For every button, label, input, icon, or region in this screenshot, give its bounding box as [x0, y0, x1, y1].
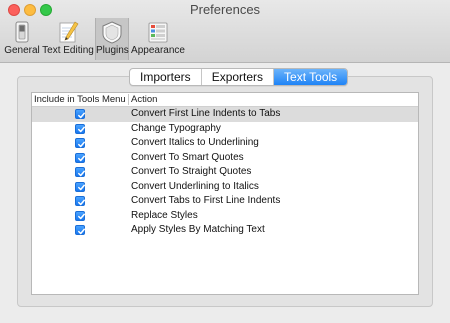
table-row[interactable]: Change Typography	[32, 122, 418, 137]
column-header-action[interactable]: Action	[131, 93, 157, 106]
checkmark-icon	[77, 184, 85, 191]
checkmark-icon	[77, 199, 85, 205]
toolbar-item-general[interactable]: General	[4, 18, 40, 60]
checkmark-icon	[77, 213, 85, 220]
toolbar-label: Appearance	[131, 45, 185, 56]
action-label: Convert First Line Indents to Tabs	[131, 108, 281, 119]
text-tools-table: Include in Tools Menu Action Convert Fir…	[31, 92, 419, 295]
titlebar: Preferences General Text Editing Plugins…	[0, 0, 450, 63]
checkmark-icon	[77, 141, 85, 147]
action-label: Convert To Straight Quotes	[131, 166, 252, 177]
action-label: Convert Tabs to First Line Indents	[131, 195, 281, 206]
checkmark-icon	[77, 155, 85, 162]
include-checkbox[interactable]	[75, 109, 85, 119]
table-row[interactable]: Convert Tabs to First Line Indents	[32, 194, 418, 209]
action-label: Convert Italics to Underlining	[131, 137, 259, 148]
include-checkbox[interactable]	[75, 167, 85, 177]
table-row[interactable]: Convert To Smart Quotes	[32, 151, 418, 166]
include-checkbox[interactable]	[75, 138, 85, 148]
table-row[interactable]: Convert First Line Indents to Tabs	[32, 107, 418, 122]
toolbar-label: Text Editing	[42, 45, 94, 56]
action-label: Replace Styles	[131, 209, 198, 221]
checkmark-icon	[77, 112, 85, 118]
checkmark-icon	[77, 170, 85, 176]
action-label: Change Typography	[131, 122, 221, 134]
table-row[interactable]: Apply Styles By Matching Text	[32, 223, 418, 238]
toolbar-label: Plugins	[96, 45, 129, 56]
include-checkbox[interactable]	[75, 210, 85, 221]
column-header-include[interactable]: Include in Tools Menu	[34, 93, 129, 106]
include-checkbox[interactable]	[75, 152, 85, 163]
table-row[interactable]: Replace Styles	[32, 209, 418, 224]
switch-icon	[15, 21, 29, 43]
preferences-window: Preferences General Text Editing Plugins…	[0, 0, 450, 323]
checkmark-icon	[77, 126, 85, 133]
toolbar-item-plugins[interactable]: Plugins	[95, 18, 129, 60]
toolbar-label: General	[4, 45, 40, 56]
table-row[interactable]: Convert Italics to Underlining	[32, 136, 418, 151]
tab-importers[interactable]: Importers	[130, 69, 202, 85]
tab-text-tools[interactable]: Text Tools	[274, 69, 348, 85]
action-label: Convert Underlining to Italics	[131, 180, 259, 192]
plugin-shield-icon	[102, 21, 122, 44]
table-row[interactable]: Convert Underlining to Italics	[32, 180, 418, 195]
pencil-notepad-icon	[59, 21, 79, 43]
table-row[interactable]: Convert To Straight Quotes	[32, 165, 418, 180]
toolbar-item-appearance[interactable]: Appearance	[131, 18, 185, 60]
checkmark-icon	[77, 228, 85, 234]
table-body: Convert First Line Indents to Tabs Change…	[32, 107, 418, 238]
window-title: Preferences	[189, 2, 261, 17]
include-checkbox[interactable]	[75, 225, 85, 235]
table-header: Include in Tools Menu Action	[32, 93, 418, 107]
toolbar-item-text-editing[interactable]: Text Editing	[42, 18, 94, 60]
column-divider[interactable]	[128, 94, 129, 105]
tab-exporters[interactable]: Exporters	[202, 69, 275, 85]
include-checkbox[interactable]	[75, 123, 85, 134]
action-label: Apply Styles By Matching Text	[131, 224, 265, 235]
appearance-panel-icon	[148, 22, 168, 43]
segmented-tabs: Importers Exporters Text Tools	[129, 68, 349, 86]
action-label: Convert To Smart Quotes	[131, 151, 244, 163]
include-checkbox[interactable]	[75, 196, 85, 206]
include-checkbox[interactable]	[75, 181, 85, 192]
